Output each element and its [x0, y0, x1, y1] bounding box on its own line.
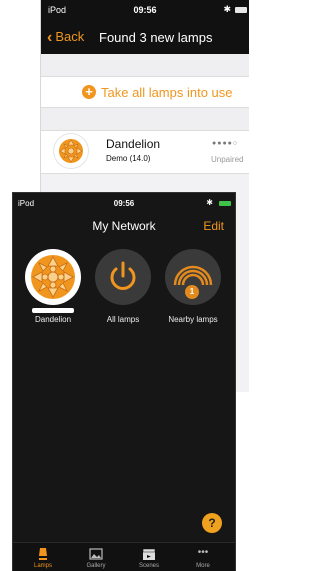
edit-button[interactable]: Edit	[203, 219, 224, 233]
tab-label: Gallery	[86, 563, 106, 569]
tab-bar: Lamps Gallery Scenes ••• More	[13, 542, 235, 571]
tile-label-dandelion: Dandelion	[34, 315, 72, 324]
all-lamps-tile[interactable]	[95, 249, 151, 305]
bluetooth-icon: ✱	[206, 198, 213, 207]
my-network-screen: iPod 09:56 ✱ My Network Edit 1 Dandelion…	[13, 193, 235, 571]
status-time: 09:56	[133, 5, 157, 15]
tab-label: Lamps	[33, 563, 52, 569]
tab-scenes[interactable]: Scenes	[123, 543, 175, 571]
tab-more[interactable]: ••• More	[177, 543, 229, 571]
tab-lamps[interactable]: Lamps	[17, 543, 69, 571]
help-button[interactable]: ?	[202, 513, 222, 533]
bluetooth-icon: ✱	[223, 4, 231, 14]
nav-bar: ‹ Back Found 3 new lamps	[41, 22, 249, 54]
section-spacer	[41, 54, 249, 76]
power-icon	[110, 261, 136, 290]
take-all-lamps-button[interactable]: + Take all lamps into use	[41, 76, 249, 108]
dandelion-lamp-tile[interactable]	[25, 249, 81, 305]
status-bar: iPod 09:56 ✱	[13, 193, 235, 213]
dandelion-lamp-icon	[31, 255, 75, 299]
selected-indicator	[32, 308, 74, 313]
list-item[interactable]: Dandelion Demo (14.0) ●●●●○ Unpaired	[41, 130, 249, 174]
lamp-icon	[39, 548, 47, 560]
gallery-icon	[89, 548, 103, 560]
signal-strength: ●●●●○	[212, 140, 239, 147]
chevron-left-icon: ‹	[47, 29, 53, 46]
tile-label-nearby-lamps: Nearby lamps	[168, 315, 218, 324]
battery-icon	[219, 201, 231, 206]
tab-gallery[interactable]: Gallery	[70, 543, 122, 571]
more-dots-icon: •••	[197, 547, 209, 558]
back-label: Back	[55, 29, 85, 44]
add-icon: +	[82, 85, 96, 99]
nearby-count-badge: 1	[185, 285, 199, 299]
battery-icon	[235, 7, 247, 13]
section-spacer	[41, 108, 249, 130]
status-bar: iPod 09:56 ✱	[41, 0, 249, 22]
tile-label-all-lamps: All lamps	[106, 315, 140, 324]
lamp-name: Dandelion	[106, 137, 161, 151]
clapperboard-icon	[142, 548, 156, 560]
back-button[interactable]: ‹ Back	[47, 29, 84, 47]
nav-bar: My Network Edit	[13, 213, 235, 241]
tab-label: Scenes	[138, 563, 159, 569]
page-title: My Network	[92, 219, 156, 233]
status-time: 09:56	[113, 199, 135, 208]
tab-label: More	[196, 563, 210, 569]
lamp-subtitle: Demo (14.0)	[106, 154, 151, 163]
page-title: Found 3 new lamps	[99, 30, 213, 45]
take-all-label: Take all lamps into use	[101, 85, 233, 100]
dandelion-lamp-icon	[54, 134, 88, 168]
pairing-status: Unpaired	[211, 155, 244, 164]
